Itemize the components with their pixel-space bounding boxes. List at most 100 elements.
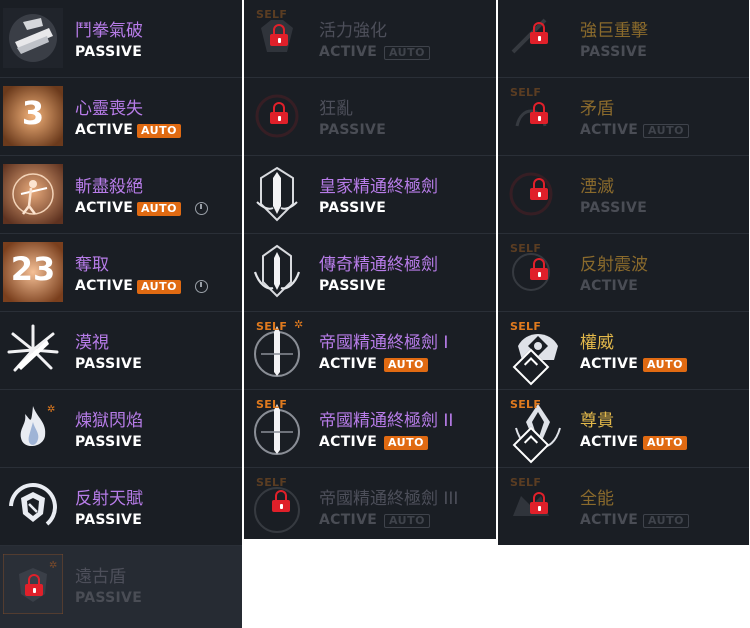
self-tag: SELF <box>256 398 288 411</box>
skill-type: ACTIVE <box>75 122 134 138</box>
auto-badge[interactable]: AUTO <box>384 436 428 450</box>
skill-row[interactable]: SELF ✲ 帝國精通終極劍 I ACTIVE AUTO <box>244 312 496 390</box>
skill-type: ACTIVE <box>580 122 639 138</box>
skill-list-column-2: SELF 活力強化 ACTIVE AUTO 狂亂 PASSIVE 皇家精通終極劍… <box>244 0 496 539</box>
skill-name: 尊貴 <box>580 411 614 431</box>
auto-badge: AUTO <box>384 514 430 528</box>
icon-counter: 23 <box>10 250 56 288</box>
self-tag: SELF <box>256 8 288 21</box>
self-tag: SELF <box>510 476 542 489</box>
archer-icon <box>3 164 63 224</box>
skill-row[interactable]: SELF 矛盾 ACTIVE AUTO <box>498 78 749 156</box>
skill-row[interactable]: 反射天賦 PASSIVE <box>0 468 242 546</box>
skill-row[interactable]: 強巨重擊 PASSIVE <box>498 0 749 78</box>
skill-name: 矛盾 <box>580 99 614 119</box>
skill-type: PASSIVE <box>75 434 143 450</box>
legend-sword-icon <box>247 242 307 302</box>
skill-type: ACTIVE <box>580 278 639 294</box>
skill-type: ACTIVE <box>319 434 378 450</box>
skill-row[interactable]: 皇家精通終極劍 PASSIVE <box>244 156 496 234</box>
skill-row[interactable]: 狂亂 PASSIVE <box>244 78 496 156</box>
auto-badge[interactable]: AUTO <box>137 280 181 294</box>
skill-row[interactable]: 斬盡殺絕 ACTIVE AUTO <box>0 156 242 234</box>
skill-name: 遠古盾 <box>75 567 126 587</box>
svg-text:✲: ✲ <box>47 404 55 415</box>
skill-type: ACTIVE <box>75 200 134 216</box>
lock-icon <box>270 24 288 46</box>
skill-name: 傳奇精通終極劍 <box>319 255 438 275</box>
skill-row[interactable]: 漠視 PASSIVE <box>0 312 242 390</box>
skill-row[interactable]: SELF 全能 ACTIVE AUTO <box>498 468 749 545</box>
lock-icon <box>25 574 43 596</box>
skill-type: ACTIVE <box>75 278 134 294</box>
skill-row[interactable]: SELF 權威 ACTIVE AUTO <box>498 312 749 390</box>
royal-sword-icon <box>247 164 307 224</box>
counter-23-icon: 23 <box>3 242 63 302</box>
skill-name: 心靈喪失 <box>75 99 143 119</box>
fist-icon <box>3 8 63 68</box>
skill-name: 權威 <box>580 333 614 353</box>
lock-icon <box>272 490 290 512</box>
skill-type: ACTIVE <box>580 512 639 528</box>
skill-row[interactable]: 3 心靈喪失 ACTIVE AUTO <box>0 78 242 156</box>
skill-row[interactable]: SELF 尊貴 ACTIVE AUTO <box>498 390 749 468</box>
lock-icon <box>270 102 288 124</box>
skill-name: 活力強化 <box>319 21 387 41</box>
skill-row[interactable]: 傳奇精通終極劍 PASSIVE <box>244 234 496 312</box>
skill-type: ACTIVE <box>580 356 639 372</box>
auto-badge[interactable]: AUTO <box>384 358 428 372</box>
skill-type: ACTIVE <box>319 356 378 372</box>
lock-icon <box>530 22 548 44</box>
skill-name: 反射天賦 <box>75 489 143 509</box>
skill-name: 帝國精通終極劍 III <box>319 489 459 509</box>
auto-badge[interactable]: AUTO <box>643 436 687 450</box>
auto-badge: AUTO <box>384 46 430 60</box>
self-tag: SELF <box>510 86 542 99</box>
auto-badge[interactable]: AUTO <box>643 358 687 372</box>
skill-list-column-1: 鬥拳氣破 PASSIVE 3 心靈喪失 ACTIVE AUTO 斬盡殺絕 ACT… <box>0 0 242 628</box>
counter-3-icon: 3 <box>3 86 63 146</box>
timer-icon <box>195 280 208 293</box>
skill-type: ACTIVE <box>319 512 378 528</box>
self-tag: SELF <box>256 476 288 489</box>
skill-row[interactable]: SELF 帝國精通終極劍 III ACTIVE AUTO <box>244 468 496 539</box>
skill-name: 漠視 <box>75 333 109 353</box>
self-tag: SELF <box>510 320 542 333</box>
skill-row[interactable]: 23 奪取 ACTIVE AUTO <box>0 234 242 312</box>
skill-name: 強巨重擊 <box>580 21 648 41</box>
skill-type: PASSIVE <box>580 44 648 60</box>
skill-type: PASSIVE <box>75 356 143 372</box>
self-tag: SELF <box>510 398 542 411</box>
burst-icon <box>3 320 63 380</box>
skill-row[interactable]: 湮滅 PASSIVE <box>498 156 749 234</box>
skill-type: ACTIVE <box>319 44 378 60</box>
skill-name: 湮滅 <box>580 177 614 197</box>
skill-name: 全能 <box>580 489 614 509</box>
lock-icon <box>530 178 548 200</box>
self-tag: SELF <box>256 320 288 333</box>
skill-row[interactable]: ✲ 遠古盾 PASSIVE <box>0 546 242 628</box>
auto-badge[interactable]: AUTO <box>137 202 181 216</box>
shield-ring-icon <box>3 476 63 536</box>
skill-row[interactable]: SELF 反射震波 ACTIVE <box>498 234 749 312</box>
skill-name: 煉獄閃焰 <box>75 411 143 431</box>
timer-icon <box>195 202 208 215</box>
skill-row[interactable]: SELF 活力強化 ACTIVE AUTO <box>244 0 496 78</box>
skill-row[interactable]: SELF 帝國精通終極劍 II ACTIVE AUTO <box>244 390 496 468</box>
lock-icon <box>530 258 548 280</box>
flame-icon: ✲ <box>3 398 63 458</box>
skill-name: 反射震波 <box>580 255 648 275</box>
skill-row[interactable]: ✲ 煉獄閃焰 PASSIVE <box>0 390 242 468</box>
icon-counter: 3 <box>21 94 45 132</box>
skill-name: 奪取 <box>75 255 109 275</box>
auto-badge[interactable]: AUTO <box>137 124 181 138</box>
skill-row[interactable]: 鬥拳氣破 PASSIVE <box>0 0 242 78</box>
skill-type: PASSIVE <box>580 200 648 216</box>
skill-type: PASSIVE <box>319 200 387 216</box>
skill-type: ACTIVE <box>580 434 639 450</box>
skill-name: 帝國精通終極劍 I <box>319 333 449 353</box>
svg-text:✲: ✲ <box>49 560 57 571</box>
skill-type: PASSIVE <box>319 278 387 294</box>
skill-name: 皇家精通終極劍 <box>319 177 438 197</box>
skill-list-column-3: 強巨重擊 PASSIVE SELF 矛盾 ACTIVE AUTO 湮滅 PASS… <box>498 0 749 545</box>
